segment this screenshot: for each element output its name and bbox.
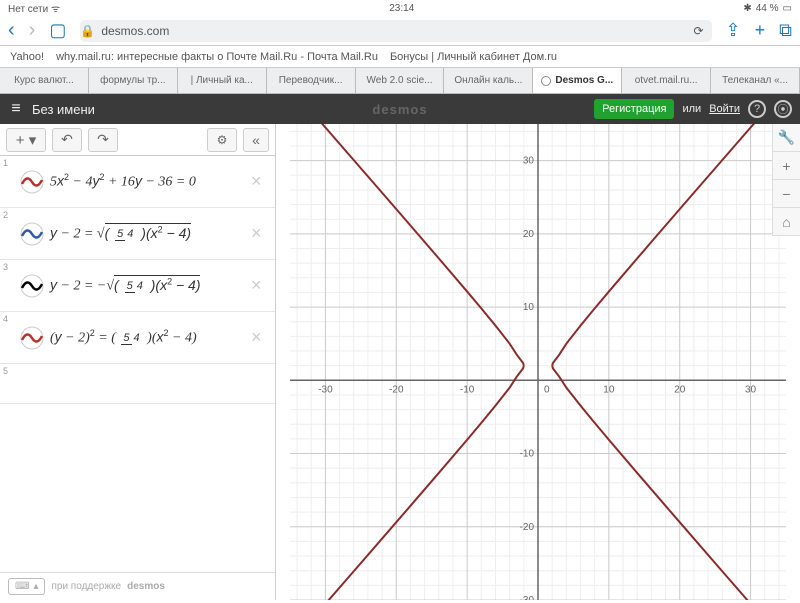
expression-row[interactable]: 5 [0, 364, 275, 404]
bookmarks-bar: Yahoo! why.mail.ru: интересные факты о П… [0, 46, 800, 68]
expression-index: 2 [0, 208, 14, 220]
zoom-in-button[interactable]: + [773, 152, 800, 180]
settings-button[interactable]: ⚙ [207, 128, 237, 152]
panel-footer: ⌨ ▴ при поддержке desmos [0, 572, 275, 600]
expression-row[interactable]: 1 5x2 − 4y2 + 16y − 36 = 0× [0, 156, 275, 208]
battery-percent: 44 % [756, 3, 779, 14]
expression-color-thumb[interactable] [20, 372, 44, 396]
tab[interactable]: | Личный ка... [178, 68, 267, 93]
expression-index: 4 [0, 312, 14, 324]
tab-strip: Курс валют...формулы тр...| Личный ка...… [0, 68, 800, 94]
zoom-out-button[interactable]: − [773, 180, 800, 208]
expression-color-thumb[interactable] [20, 274, 44, 298]
browser-nav: ‹ › ▢ 🔒 desmos.com ⟳ ⇪ + ⧉ [0, 16, 800, 46]
tab[interactable]: otvet.mail.ru... [622, 68, 711, 93]
expression-color-thumb[interactable] [20, 222, 44, 246]
tabs-icon[interactable]: ⧉ [779, 20, 792, 41]
svg-text:20: 20 [523, 229, 535, 240]
tab[interactable]: Онлайн каль... [444, 68, 533, 93]
tab[interactable]: Переводчик... [267, 68, 356, 93]
svg-text:10: 10 [523, 302, 535, 313]
credit-text: при поддержке [51, 581, 121, 592]
keyboard-toggle[interactable]: ⌨ ▴ [8, 578, 45, 595]
bookmarks-icon[interactable]: ▢ [49, 20, 66, 41]
status-bar: Нет сети ᯤ 23:14 ✱ 44 % ▭ [0, 0, 800, 16]
tab[interactable]: Web 2.0 scie... [356, 68, 445, 93]
expression-color-thumb[interactable] [20, 170, 44, 194]
language-icon[interactable]: ⦿ [774, 100, 792, 118]
expression-toolbar: + ▾ ↶ ↷ ⚙ « [0, 124, 275, 156]
expression-index: 3 [0, 260, 14, 272]
tab-icon [541, 76, 551, 86]
tab[interactable]: Desmos G... [533, 68, 622, 93]
svg-text:30: 30 [523, 156, 535, 167]
svg-text:-10: -10 [460, 384, 475, 395]
graph-area[interactable]: -30 -20 -10 10 20 30 -30 -20 -10 10 20 30 0 🔧 + − ⌂ [276, 124, 800, 600]
graph-title[interactable]: Без имени [32, 102, 95, 117]
delete-expression-icon[interactable]: × [251, 275, 275, 296]
network-status: Нет сети [8, 4, 48, 15]
svg-text:20: 20 [674, 384, 686, 395]
footer-brand: desmos [127, 581, 165, 592]
undo-button[interactable]: ↶ [52, 128, 82, 152]
home-button[interactable]: ⌂ [773, 208, 800, 236]
back-button[interactable]: ‹ [8, 19, 15, 42]
wrench-button[interactable]: 🔧 [773, 124, 800, 152]
svg-text:-20: -20 [520, 522, 535, 533]
menu-icon[interactable]: ≡ [0, 100, 32, 118]
bluetooth-icon: ✱ [743, 3, 751, 14]
keyboard-icon: ⌨ [15, 581, 29, 592]
new-tab-icon[interactable]: + [755, 20, 766, 41]
expression-color-thumb[interactable] [20, 326, 44, 350]
expression-row[interactable]: 2 y − 2 = √( 54 )(x2 − 4)× [0, 208, 275, 260]
expression-row[interactable]: 4 (y − 2)2 = ( 54 )(x2 − 4)× [0, 312, 275, 364]
help-icon[interactable]: ? [748, 100, 766, 118]
tab[interactable]: формулы тр... [89, 68, 178, 93]
battery-icon: ▭ [783, 3, 792, 14]
clock: 23:14 [389, 3, 414, 14]
svg-text:30: 30 [745, 384, 757, 395]
or-text: или [682, 103, 701, 115]
add-expression-button[interactable]: + ▾ [6, 128, 46, 152]
expression-math[interactable]: y − 2 = √( 54 )(x2 − 4) [50, 224, 251, 243]
expression-math[interactable]: 5x2 − 4y2 + 16y − 36 = 0 [50, 172, 251, 191]
svg-text:-10: -10 [520, 449, 535, 460]
delete-expression-icon[interactable]: × [251, 171, 275, 192]
bookmark-link[interactable]: Бонусы | Личный кабинет Дом.ru [390, 51, 557, 63]
register-button[interactable]: Регистрация [594, 99, 674, 119]
app-header: ≡ Без имени desmos Регистрация или Войти… [0, 94, 800, 124]
forward-button[interactable]: › [29, 19, 36, 42]
bookmark-link[interactable]: why.mail.ru: интересные факты о Почте Ma… [56, 51, 378, 63]
graph-svg[interactable]: -30 -20 -10 10 20 30 -30 -20 -10 10 20 30 0 [276, 124, 800, 600]
expression-math[interactable]: (y − 2)2 = ( 54 )(x2 − 4) [50, 328, 251, 347]
tab[interactable]: Телеканал «... [711, 68, 800, 93]
redo-button[interactable]: ↷ [88, 128, 118, 152]
expression-row[interactable]: 3 y − 2 = −√( 54 )(x2 − 4)× [0, 260, 275, 312]
tab[interactable]: Курс валют... [0, 68, 89, 93]
collapse-panel-button[interactable]: « [243, 128, 269, 152]
svg-text:-20: -20 [389, 384, 404, 395]
login-link[interactable]: Войти [709, 103, 740, 115]
chevron-up-icon: ▴ [33, 581, 38, 592]
url-text: desmos.com [101, 24, 169, 38]
lock-icon: 🔒 [80, 24, 95, 38]
reload-icon[interactable]: ⟳ [693, 24, 711, 38]
expression-list: 15x2 − 4y2 + 16y − 36 = 0×2y − 2 = √( 54… [0, 156, 275, 572]
expression-math[interactable]: y − 2 = −√( 54 )(x2 − 4) [50, 276, 251, 295]
delete-expression-icon[interactable]: × [251, 223, 275, 244]
delete-expression-icon[interactable]: × [251, 327, 275, 348]
wifi-icon: ᯤ [51, 4, 60, 15]
brand-logo: desmos [372, 102, 427, 117]
svg-text:0: 0 [544, 384, 550, 395]
svg-text:-30: -30 [318, 384, 333, 395]
expression-panel: + ▾ ↶ ↷ ⚙ « 15x2 − 4y2 + 16y − 36 = 0×2y… [0, 124, 276, 600]
share-icon[interactable]: ⇪ [726, 20, 741, 41]
svg-text:10: 10 [603, 384, 615, 395]
svg-text:-30: -30 [520, 595, 535, 600]
bookmark-link[interactable]: Yahoo! [10, 51, 44, 63]
graph-tools: 🔧 + − ⌂ [772, 124, 800, 236]
expression-index: 5 [0, 364, 14, 376]
address-bar[interactable]: 🔒 desmos.com ⟳ [80, 20, 711, 42]
expression-index: 1 [0, 156, 14, 168]
